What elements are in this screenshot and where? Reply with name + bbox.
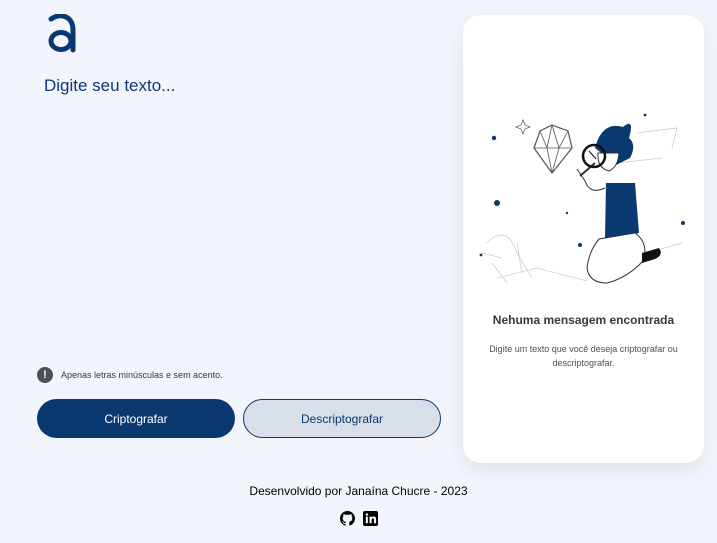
- output-title: Nehuma mensagem encontrada: [492, 313, 675, 327]
- social-links: [340, 511, 378, 526]
- person-magnifier-illustration: [479, 113, 685, 284]
- logo-icon: [48, 14, 76, 53]
- page: ! Apenas letras minúsculas e sem acento.…: [0, 0, 717, 543]
- footer-credit: Desenvolvido por Janaína Chucre - 2023: [249, 484, 468, 498]
- linkedin-icon[interactable]: [363, 511, 378, 526]
- encrypt-button[interactable]: Criptografar: [37, 399, 235, 438]
- output-subtitle: Digite um texto que você deseja criptogr…: [489, 344, 678, 368]
- hint-text: Apenas letras minúsculas e sem acento.: [61, 370, 223, 380]
- input-hint: ! Apenas letras minúsculas e sem acento.: [37, 367, 223, 383]
- github-icon[interactable]: [340, 511, 355, 526]
- decrypt-button[interactable]: Descriptografar: [243, 399, 441, 438]
- text-input[interactable]: [44, 76, 434, 346]
- exclamation-circle-icon: !: [37, 367, 53, 383]
- output-panel: Nehuma mensagem encontrada Digite um tex…: [463, 15, 704, 463]
